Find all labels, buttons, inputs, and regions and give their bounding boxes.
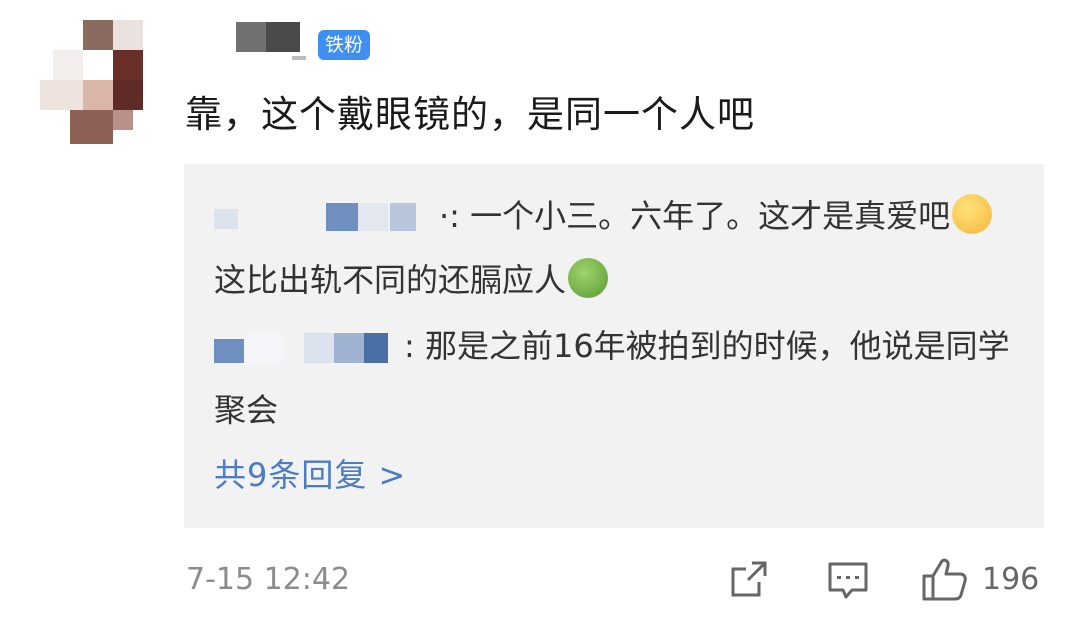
- reply-item[interactable]: ·: 一个小三。六年了。这才是真爱吧这比出轨不同的还膈应人: [214, 184, 1014, 312]
- nauseated-face-emoji-icon: [568, 258, 609, 298]
- comment-timestamp: 7-15 12:42: [186, 562, 351, 597]
- reply-user-suffix: :: [404, 327, 415, 365]
- comment-text: 靠，这个戴眼镜的，是同一个人吧: [185, 93, 755, 136]
- reply-item[interactable]: : 那是之前16年被拍到的时候，他说是同学聚会: [214, 314, 1014, 442]
- replies-panel[interactable]: ·: 一个小三。六年了。这才是真爱吧这比出轨不同的还膈应人 : 那是之前16年被…: [184, 164, 1044, 528]
- reply-text-2: 这比出轨不同的还膈应人: [214, 261, 567, 299]
- share-button[interactable]: [728, 558, 770, 600]
- fan-badge: 铁粉: [318, 30, 370, 60]
- share-icon: [731, 561, 767, 597]
- reply-username[interactable]: [214, 333, 404, 363]
- reply-text: 一个小三。六年了。这才是真爱吧: [459, 197, 951, 235]
- avatar[interactable]: [40, 20, 160, 144]
- like-count: 196: [982, 562, 1040, 597]
- username[interactable]: [236, 22, 306, 60]
- more-replies-link[interactable]: 共9条回复 >: [214, 450, 406, 496]
- comment-button[interactable]: [826, 558, 870, 602]
- reply-user-suffix: ·:: [439, 197, 460, 235]
- reply-username[interactable]: [214, 203, 439, 233]
- thumbs-up-icon: [922, 558, 967, 601]
- zipper-mouth-emoji-icon: [952, 194, 993, 234]
- like-button[interactable]: [920, 556, 968, 602]
- comment-icon: [828, 562, 868, 599]
